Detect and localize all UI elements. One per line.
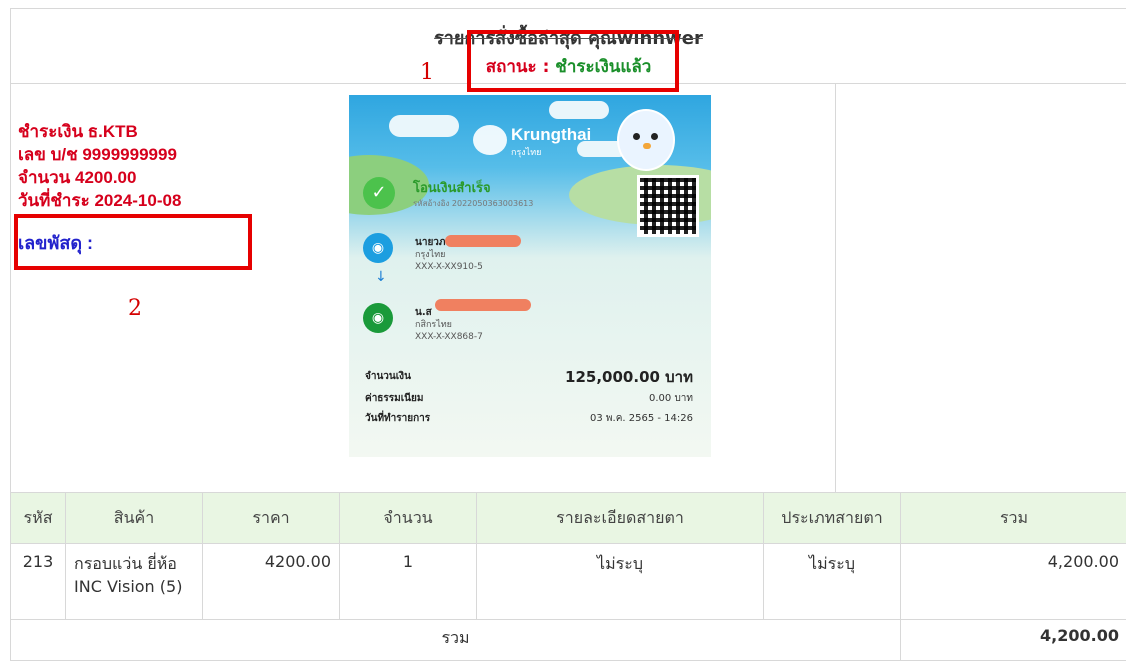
sum-value: 4,200.00 (901, 620, 1126, 661)
sum-label: รวม (11, 620, 901, 661)
transaction-date-value: 03 พ.ค. 2565 - 14:26 (590, 411, 693, 426)
payment-info: ชำระเงิน ธ.KTB เลข บ/ช 9999999999 จำนวน … (18, 120, 181, 212)
table-header-row: รหัส สินค้า ราคา จำนวน รายละเอียดสายตา ป… (11, 493, 1126, 544)
cell-code: 213 (11, 544, 66, 620)
bird-mascot-icon (617, 109, 675, 171)
transaction-date-label: วันที่ทำรายการ (365, 411, 430, 426)
column-divider (835, 84, 836, 492)
payment-bank: ชำระเงิน ธ.KTB (18, 120, 181, 143)
cell-total: 4,200.00 (901, 544, 1126, 620)
krungthai-logo-icon (473, 125, 507, 155)
cell-quantity: 1 (340, 544, 477, 620)
qr-code-icon (637, 175, 699, 237)
fee-value: 0.00 บาท (649, 391, 693, 406)
receiver-account: XXX-X-XX868-7 (415, 331, 483, 343)
receiver-info: น.ส กสิกรไทย XXX-X-XX868-7 (415, 307, 483, 343)
annotation-number-1: 1 (420, 60, 434, 85)
mascot-beak (643, 143, 651, 149)
redaction-mark (445, 235, 521, 247)
arrow-down-icon: ↓ (375, 269, 387, 285)
cloud-decoration (549, 101, 609, 119)
kasikorn-bank-icon: ◉ (363, 303, 393, 333)
table-sum-row: รวม 4,200.00 (11, 620, 1126, 661)
mascot-eye (651, 133, 658, 140)
col-product: สินค้า (66, 493, 203, 544)
mascot-eye (633, 133, 640, 140)
amount-value: 125,000.00 บาท (565, 365, 693, 389)
reference-code: รหัสอ้างอิง 2022050363003613 (413, 197, 533, 210)
payment-date: วันที่ชำระ 2024-10-08 (18, 189, 181, 212)
cloud-decoration (389, 115, 459, 137)
krungthai-bank-icon: ◉ (363, 233, 393, 263)
table-row: 213 กรอบแว่น ยี่ห้อ INC Vision (5) 4200.… (11, 544, 1126, 620)
cell-eye-type: ไม่ระบุ (764, 544, 901, 620)
sender-account: XXX-X-XX910-5 (415, 261, 483, 273)
check-icon: ✓ (363, 177, 395, 209)
redaction-mark (435, 299, 531, 311)
col-eye-type: ประเภทสายตา (764, 493, 901, 544)
receiver-bank: กสิกรไทย (415, 319, 483, 331)
col-price: ราคา (203, 493, 340, 544)
fee-label: ค่าธรรมเนียม (365, 391, 423, 406)
bank-brand: Krungthai (511, 125, 591, 145)
cell-price: 4200.00 (203, 544, 340, 620)
annotation-box-status (467, 30, 679, 92)
cell-eye-detail: ไม่ระบุ (477, 544, 764, 620)
order-items-table: รหัส สินค้า ราคา จำนวน รายละเอียดสายตา ป… (10, 492, 1126, 661)
col-eye-detail: รายละเอียดสายตา (477, 493, 764, 544)
amount-label: จำนวนเงิน (365, 369, 411, 384)
cell-product: กรอบแว่น ยี่ห้อ INC Vision (5) (66, 544, 203, 620)
bank-brand-thai: กรุงไทย (511, 145, 541, 159)
payment-amount: จำนวน 4200.00 (18, 166, 181, 189)
col-code: รหัส (11, 493, 66, 544)
annotation-number-2: 2 (128, 296, 142, 321)
annotation-box-tracking (14, 214, 252, 270)
col-quantity: จำนวน (340, 493, 477, 544)
payment-account: เลข บ/ช 9999999999 (18, 143, 181, 166)
col-total: รวม (901, 493, 1126, 544)
transfer-success-text: โอนเงินสำเร็จ (413, 177, 491, 198)
sender-bank: กรุงไทย (415, 249, 483, 261)
transfer-slip-image[interactable]: Krungthai กรุงไทย ✓ โอนเงินสำเร็จ รหัสอ้… (349, 95, 711, 457)
